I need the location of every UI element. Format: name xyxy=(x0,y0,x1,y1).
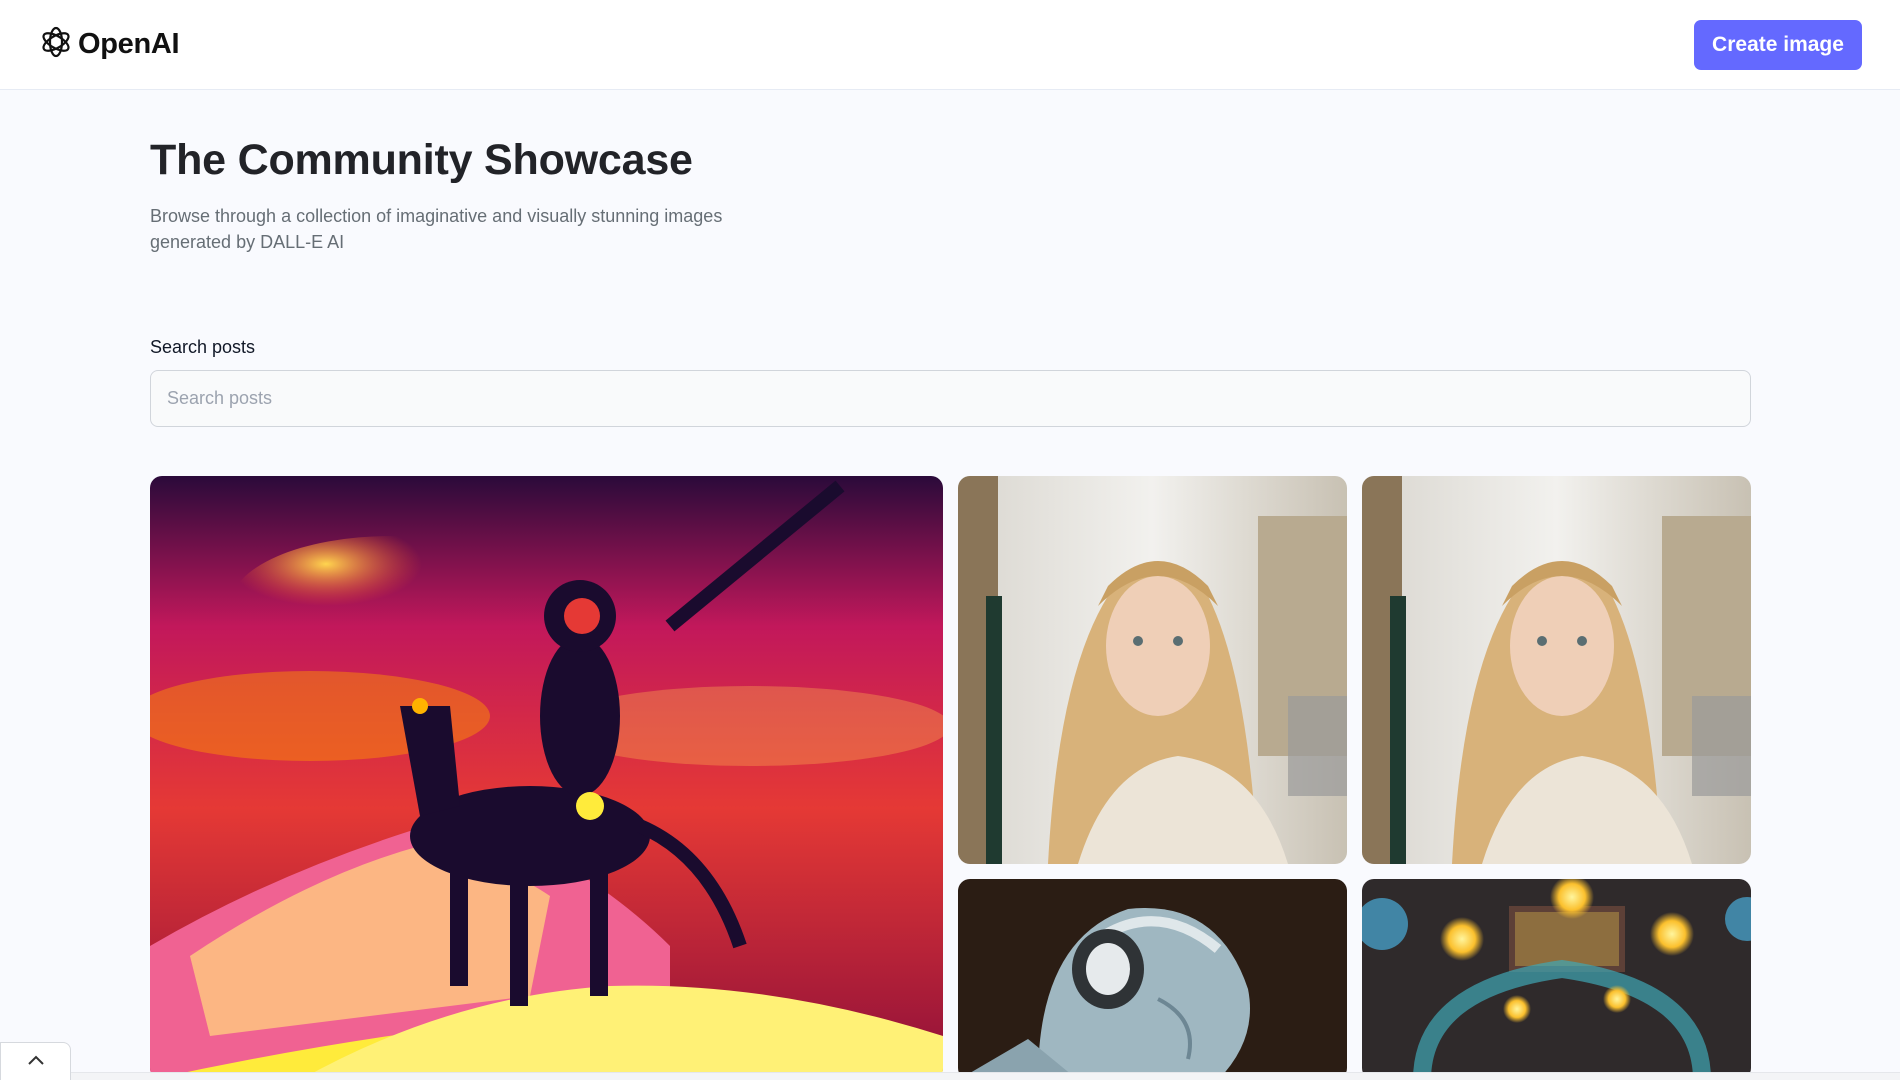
image-gallery xyxy=(150,476,1751,1080)
statue-with-headphones-image xyxy=(958,879,1347,1080)
red-knight-on-horse-image xyxy=(150,476,943,1080)
logo-text: OpenAI xyxy=(78,28,180,60)
bottom-scroll-strip xyxy=(71,1072,1900,1080)
gallery-card[interactable] xyxy=(958,476,1347,864)
openai-logo-icon xyxy=(38,24,74,65)
page-subtitle: Browse through a collection of imaginati… xyxy=(150,206,723,252)
scroll-to-top-button[interactable] xyxy=(0,1042,71,1080)
gallery-card[interactable] xyxy=(1362,476,1751,864)
gallery-card[interactable] xyxy=(958,879,1347,1080)
create-image-button[interactable]: Create image xyxy=(1694,19,1862,70)
search-label: Search posts xyxy=(150,337,256,357)
gallery-card[interactable] xyxy=(1362,879,1751,1080)
main-content: The Community Showcase Browse through a … xyxy=(150,90,1751,427)
glowing-lanterns-room-image xyxy=(1362,879,1751,1080)
top-navbar: OpenAI Create image xyxy=(0,0,1900,90)
blonde-woman-portrait-image xyxy=(958,476,1347,864)
gallery-card[interactable] xyxy=(150,476,943,1080)
blonde-woman-portrait-image xyxy=(1362,476,1751,864)
openai-logo[interactable]: OpenAI xyxy=(38,24,180,65)
page-title: The Community Showcase xyxy=(150,136,693,184)
search-input[interactable] xyxy=(150,370,1751,427)
chevron-up-icon xyxy=(27,1053,45,1071)
